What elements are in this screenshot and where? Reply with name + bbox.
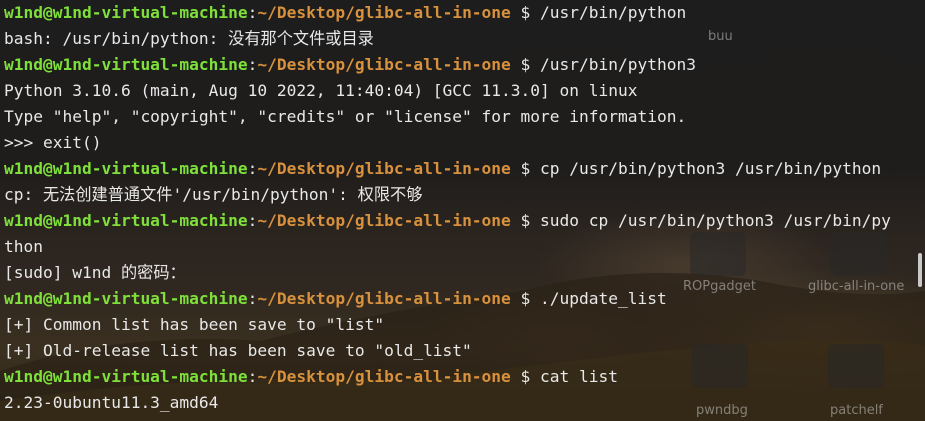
prompt-line: w1nd@w1nd-virtual-machine:~/Desktop/glib… (4, 52, 915, 78)
prompt-cwd: ~/Desktop/glibc-all-in-one (257, 289, 511, 308)
command-text: $ cp /usr/bin/python3 /usr/bin/python (510, 159, 882, 178)
terminal-output[interactable]: w1nd@w1nd-virtual-machine:~/Desktop/glib… (0, 0, 915, 421)
terminal-scrollbar[interactable] (918, 253, 922, 287)
command-text: $ /usr/bin/python (510, 3, 687, 22)
prompt-user-host: w1nd@w1nd-virtual-machine (4, 367, 248, 386)
output-line: [sudo] w1nd 的密码： (4, 263, 186, 282)
prompt-user-host: w1nd@w1nd-virtual-machine (4, 211, 248, 230)
output-line: >>> exit() (4, 133, 102, 152)
prompt-separator: : (247, 289, 258, 308)
prompt-line: w1nd@w1nd-virtual-machine:~/Desktop/glib… (4, 286, 915, 312)
prompt-cwd: ~/Desktop/glibc-all-in-one (257, 55, 511, 74)
prompt-user-host: w1nd@w1nd-virtual-machine (4, 159, 248, 178)
prompt-line: w1nd@w1nd-virtual-machine:~/Desktop/glib… (4, 364, 915, 390)
output-line: thon (4, 237, 43, 256)
prompt-separator: : (247, 3, 258, 22)
prompt-line: w1nd@w1nd-virtual-machine:~/Desktop/glib… (4, 156, 915, 182)
command-text: $ cat list (510, 367, 618, 386)
command-text: $ ./update_list (510, 289, 667, 308)
prompt-separator: : (247, 55, 258, 74)
command-text: $ sudo cp /usr/bin/python3 /usr/bin/py (510, 211, 891, 230)
output-line: bash: /usr/bin/python: 没有那个文件或目录 (4, 29, 374, 48)
prompt-line: w1nd@w1nd-virtual-machine:~/Desktop/glib… (4, 208, 915, 234)
output-line: [+] Common list has been save to "list" (4, 315, 385, 334)
output-line: 2.23-0ubuntu11.3_amd64 (4, 393, 219, 412)
prompt-cwd: ~/Desktop/glibc-all-in-one (257, 367, 511, 386)
prompt-cwd: ~/Desktop/glibc-all-in-one (257, 3, 511, 22)
prompt-user-host: w1nd@w1nd-virtual-machine (4, 289, 248, 308)
command-text: $ /usr/bin/python3 (510, 55, 696, 74)
prompt-separator: : (247, 159, 258, 178)
prompt-user-host: w1nd@w1nd-virtual-machine (4, 55, 248, 74)
output-line: cp: 无法创建普通文件'/usr/bin/python': 权限不够 (4, 185, 423, 204)
output-line: Python 3.10.6 (main, Aug 10 2022, 11:40:… (4, 81, 638, 100)
output-line: [+] Old-release list has been save to "o… (4, 341, 472, 360)
prompt-separator: : (247, 211, 258, 230)
prompt-cwd: ~/Desktop/glibc-all-in-one (257, 159, 511, 178)
prompt-user-host: w1nd@w1nd-virtual-machine (4, 3, 248, 22)
prompt-line: w1nd@w1nd-virtual-machine:~/Desktop/glib… (4, 0, 915, 26)
prompt-separator: : (247, 367, 258, 386)
prompt-cwd: ~/Desktop/glibc-all-in-one (257, 211, 511, 230)
output-line: Type "help", "copyright", "credits" or "… (4, 107, 687, 126)
